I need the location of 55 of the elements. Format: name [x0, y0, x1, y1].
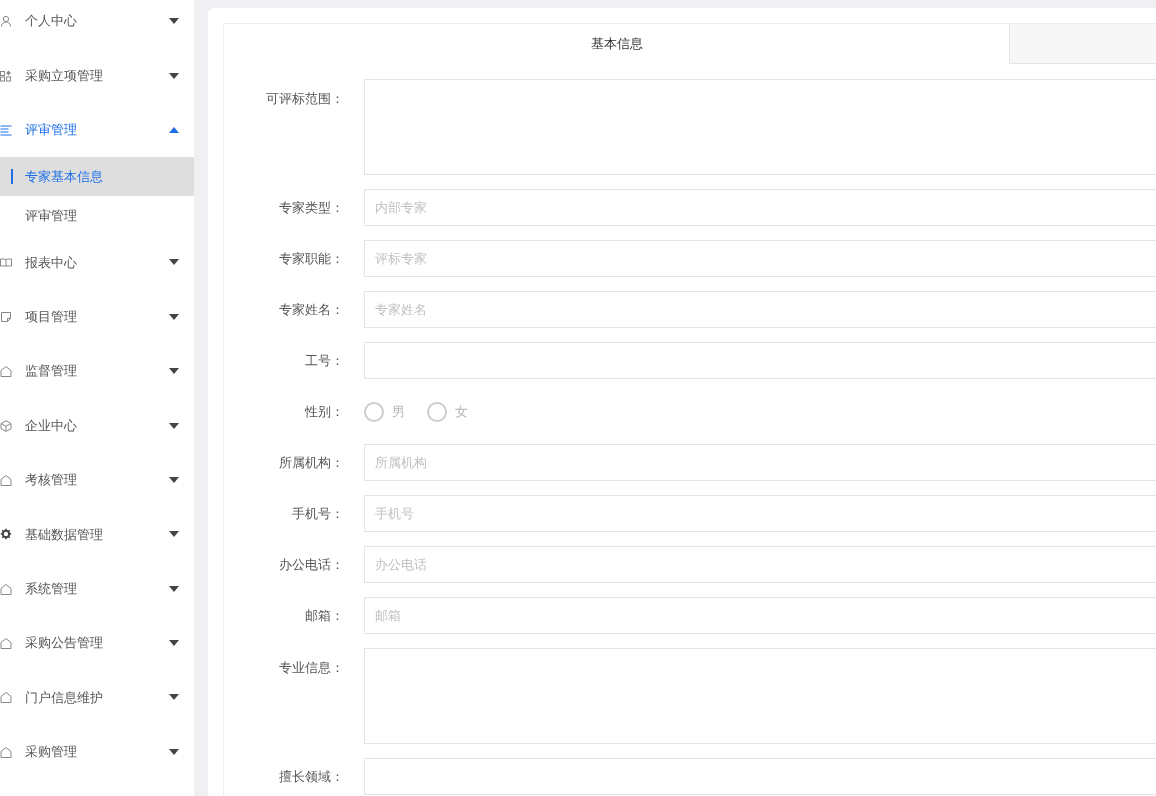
sidebar-item[interactable]: 评审管理	[0, 102, 194, 158]
house-icon	[0, 365, 12, 378]
radio-button[interactable]	[427, 401, 447, 422]
sidebar-item[interactable]: 系统管理	[0, 561, 194, 616]
field-label: 可评标范围：	[265, 90, 344, 108]
input-field[interactable]: 专家姓名	[364, 291, 1156, 328]
house-icon	[0, 473, 12, 486]
input-field[interactable]: 内部专家	[364, 189, 1156, 226]
grid-icon	[0, 69, 12, 82]
field-label: 所属机构：	[278, 453, 344, 472]
field-label: 专家姓名：	[278, 300, 344, 319]
text-area[interactable]	[364, 79, 1156, 175]
gear-icon	[0, 528, 12, 541]
input-field[interactable]: 手机号	[364, 495, 1156, 532]
input-field[interactable]: 评标专家	[364, 240, 1156, 277]
sidebar-subitem[interactable]: 评审管理	[0, 196, 194, 236]
house-icon	[0, 637, 12, 650]
person-icon	[0, 15, 12, 28]
field-label: 专业信息：	[278, 659, 344, 677]
list-icon	[0, 123, 12, 136]
input-field[interactable]	[364, 758, 1156, 795]
sidebar-item[interactable]: 采购立项管理	[0, 48, 194, 103]
sidebar-item[interactable]: 报表中心	[0, 235, 194, 290]
field-label: 工号：	[304, 351, 344, 370]
field-label: 专家类型：	[278, 198, 344, 217]
radio-button[interactable]	[364, 401, 384, 422]
sidebar-item[interactable]: 采购管理	[0, 724, 194, 780]
sidebar-subitem[interactable]: 专家基本信息	[0, 157, 194, 197]
field-label: 性别：	[304, 402, 344, 421]
radio-label: 女	[455, 402, 468, 421]
book-icon	[0, 256, 12, 269]
house-icon	[0, 691, 12, 704]
house-icon	[0, 582, 12, 595]
input-field[interactable]: 办公电话	[364, 546, 1156, 583]
field-label: 擅长领域：	[278, 767, 344, 786]
field-label: 专家职能：	[278, 249, 344, 268]
sidebar-item[interactable]: 采购公告管理	[0, 615, 194, 671]
field-label: 手机号：	[291, 504, 344, 523]
tab[interactable]	[1009, 24, 1156, 64]
field-label: 办公电话：	[278, 555, 344, 574]
field-label: 邮箱：	[304, 606, 344, 625]
sidebar-item[interactable]: 基础数据管理	[0, 507, 194, 562]
text-area[interactable]	[364, 648, 1156, 744]
sidebar-item[interactable]: 个人中心	[0, 0, 194, 49]
sidebar-item[interactable]: 考核管理	[0, 452, 194, 508]
house-icon	[0, 745, 12, 758]
input-field[interactable]: 邮箱	[364, 597, 1156, 634]
cube-icon	[0, 419, 12, 432]
radio-label: 男	[392, 402, 405, 421]
sidebar-item[interactable]: 监督管理	[0, 343, 194, 399]
sidebar-item[interactable]: 企业中心	[0, 398, 194, 453]
sidebar-item[interactable]: 项目管理	[0, 289, 194, 344]
sidebar-item[interactable]: 门户信息维护	[0, 670, 194, 725]
note-icon	[0, 310, 12, 323]
input-field[interactable]	[364, 342, 1156, 379]
